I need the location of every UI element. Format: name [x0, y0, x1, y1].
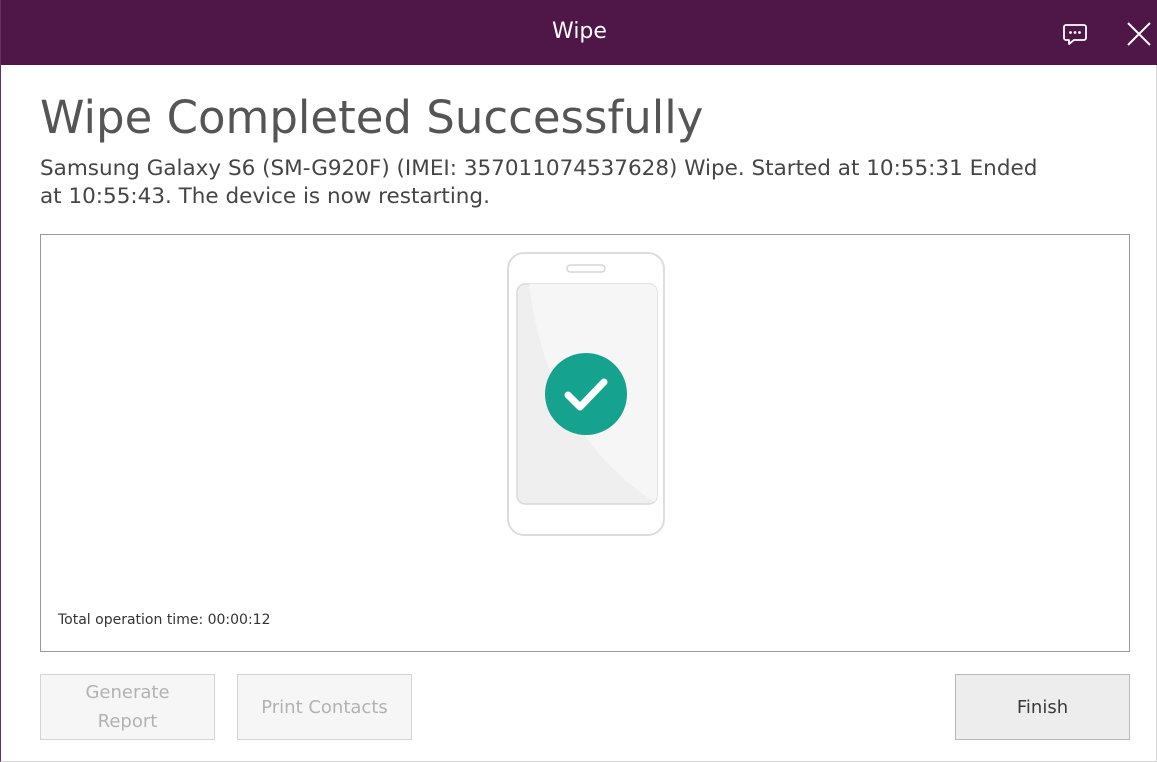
finish-button[interactable]: Finish — [955, 674, 1130, 740]
print-contacts-button[interactable]: Print Contacts — [237, 674, 412, 740]
finish-label: Finish — [1016, 696, 1069, 718]
title-bar: Wipe — [1, 0, 1157, 65]
window-title: Wipe — [552, 19, 607, 44]
summary-line-2: at 10:55:43. The device is now restartin… — [40, 184, 490, 209]
phone-illustration — [507, 252, 667, 538]
feedback-icon[interactable] — [1061, 20, 1089, 48]
generate-report-label: Generate Report — [85, 682, 170, 732]
wipe-window: Wipe Wipe Completed Successfully Samsung… — [0, 0, 1157, 762]
wipe-summary: Samsung Galaxy S6 (SM-G920F) (IMEI: 3570… — [40, 155, 1140, 211]
summary-line-1: Samsung Galaxy S6 (SM-G920F) (IMEI: 3570… — [40, 156, 1038, 181]
result-panel: Total operation time: 00:00:12 — [40, 234, 1130, 652]
check-circle-icon — [544, 352, 628, 436]
generate-report-button[interactable]: Generate Report — [40, 674, 215, 740]
page-title: Wipe Completed Successfully — [40, 91, 704, 144]
print-contacts-label: Print Contacts — [261, 696, 388, 718]
operation-time: Total operation time: 00:00:12 — [58, 612, 271, 628]
close-icon[interactable] — [1125, 20, 1153, 48]
